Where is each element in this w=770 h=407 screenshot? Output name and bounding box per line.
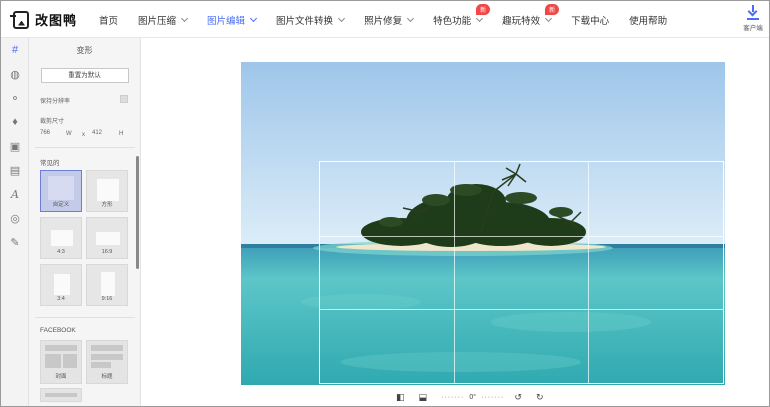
brush-tool-icon[interactable]: ✎ [1,230,29,254]
nav-item-home[interactable]: 首页 [89,13,128,27]
crop-grid-line [320,309,723,311]
times-sign: x [82,132,85,138]
panel-scrollbar[interactable] [136,156,139,269]
crop-grid-line [454,162,456,383]
tool-rail: # ◍ ⚬ ♦ ▣ ▤ A ◎ ✎ [1,38,29,406]
preset-shape [96,232,120,245]
nav-item-compress[interactable]: 图片压缩 [128,13,197,27]
preset-label: 4:3 [57,249,65,255]
preset-label: 标题 [101,374,113,380]
facebook-label: FACEBOOK [40,327,76,334]
flip-horizontal-icon[interactable]: ◧ [396,392,405,403]
preset-label: 封面 [55,374,67,380]
facebook-preset-cover[interactable]: 封面 [40,340,82,384]
nav-item-help[interactable]: 使用帮助 [619,13,677,27]
preset-label: 9:16 [101,296,113,302]
nav-item-features[interactable]: 特色功能新 [423,3,492,27]
adjust-tool-icon[interactable]: ◍ [1,62,29,86]
nav-item-repair[interactable]: 照片修复 [354,13,423,27]
facebook-preset-more[interactable] [40,388,82,402]
keep-ratio-label: 保持分辨率 [40,99,71,105]
preset-bar [91,354,123,360]
preset-label: 自定义 [52,202,70,208]
logo[interactable]: 改图鸭 [10,10,78,29]
preset-shape [51,230,73,246]
crop-tool-icon[interactable]: # [1,38,29,62]
height-input[interactable]: 412 [92,130,102,136]
preset-label: 3:4 [57,296,65,302]
facebook-preset-header[interactable]: 标题 [86,340,128,384]
filter-tool-icon[interactable]: ⚬ [1,86,29,110]
preset-3-4[interactable]: 3:4 [40,264,82,306]
preset-bar [63,354,77,368]
nav-item-edit[interactable]: 图片编辑 [197,13,266,27]
preset-bar [45,354,61,368]
rotate-slider-right[interactable]: ······· [481,394,504,401]
new-badge: 新 [476,3,491,15]
crop-grid-line [588,162,590,383]
top-navigation: 改图鸭 首页 图片压缩 图片编辑 图片文件转换 照片修复 特色功能新 趣玩特效新… [1,1,769,38]
divider [35,147,135,148]
keep-ratio-checkbox[interactable] [120,95,128,103]
image-toolbar: ◧ ⬓ ······· 0° ······· ↺ ↻ [396,391,557,403]
nav-item-download[interactable]: 下载中心 [561,13,619,27]
common-label: 常见的 [40,160,60,167]
chevron-down-icon [250,14,258,22]
width-input[interactable]: 766 [40,130,50,136]
drop-tool-icon[interactable]: ♦ [1,110,29,134]
preset-bar [91,345,123,351]
overlay-tool-icon[interactable]: ▤ [1,158,29,182]
nav-item-effects[interactable]: 趣玩特效新 [492,3,561,27]
crop-grid-line [320,235,723,237]
rotate-slider-left[interactable]: ······· [441,394,464,401]
sticker-tool-icon[interactable]: ◎ [1,206,29,230]
preset-label: 方形 [101,202,113,208]
rotate-left-icon[interactable]: ↺ [514,392,522,403]
panel-title: 变形 [76,46,93,55]
divider [35,317,135,318]
chevron-down-icon [407,14,415,22]
app-window: 改图鸭 首页 图片压缩 图片编辑 图片文件转换 照片修复 特色功能新 趣玩特效新… [0,0,770,407]
nav-menu: 首页 图片压缩 图片编辑 图片文件转换 照片修复 特色功能新 趣玩特效新 下载中… [89,1,677,38]
preset-bar [91,362,111,368]
nav-item-convert[interactable]: 图片文件转换 [266,13,354,27]
crop-size-label: 裁剪尺寸 [40,119,65,125]
preset-bar [45,345,77,351]
download-icon-base [747,18,759,20]
client-download-button[interactable]: 客户端 [739,5,767,32]
preset-shape [48,176,74,200]
angle-value: 0° [469,393,477,401]
preset-label: 16:9 [101,249,113,255]
client-label: 客户端 [743,25,763,32]
download-icon [747,5,759,17]
chevron-down-icon [338,14,346,22]
text-tool-icon[interactable]: A [1,182,29,206]
preset-shape [97,179,119,201]
chevron-down-icon [545,14,553,22]
app-name: 改图鸭 [35,13,78,28]
preset-9-16[interactable]: 9:16 [86,264,128,306]
chevron-down-icon [476,14,484,22]
height-unit: H [119,131,124,137]
preset-custom[interactable]: 自定义 [40,170,82,212]
crop-frame[interactable] [319,161,724,384]
preset-square[interactable]: 方形 [86,170,128,212]
rotate-right-icon[interactable]: ↻ [536,392,544,403]
preset-shape [54,274,70,295]
preset-shape [101,272,115,296]
new-badge: 新 [545,3,560,15]
logo-icon [10,10,29,29]
preset-4-3[interactable]: 4:3 [40,217,82,259]
frame-tool-icon[interactable]: ▣ [1,134,29,158]
chevron-down-icon [180,14,189,22]
reset-button[interactable]: 重置为默认 [40,68,129,83]
flip-vertical-icon[interactable]: ⬓ [419,392,428,403]
preset-16-9[interactable]: 16:9 [86,217,128,259]
preset-bar [45,393,77,397]
width-unit: W [66,131,72,137]
